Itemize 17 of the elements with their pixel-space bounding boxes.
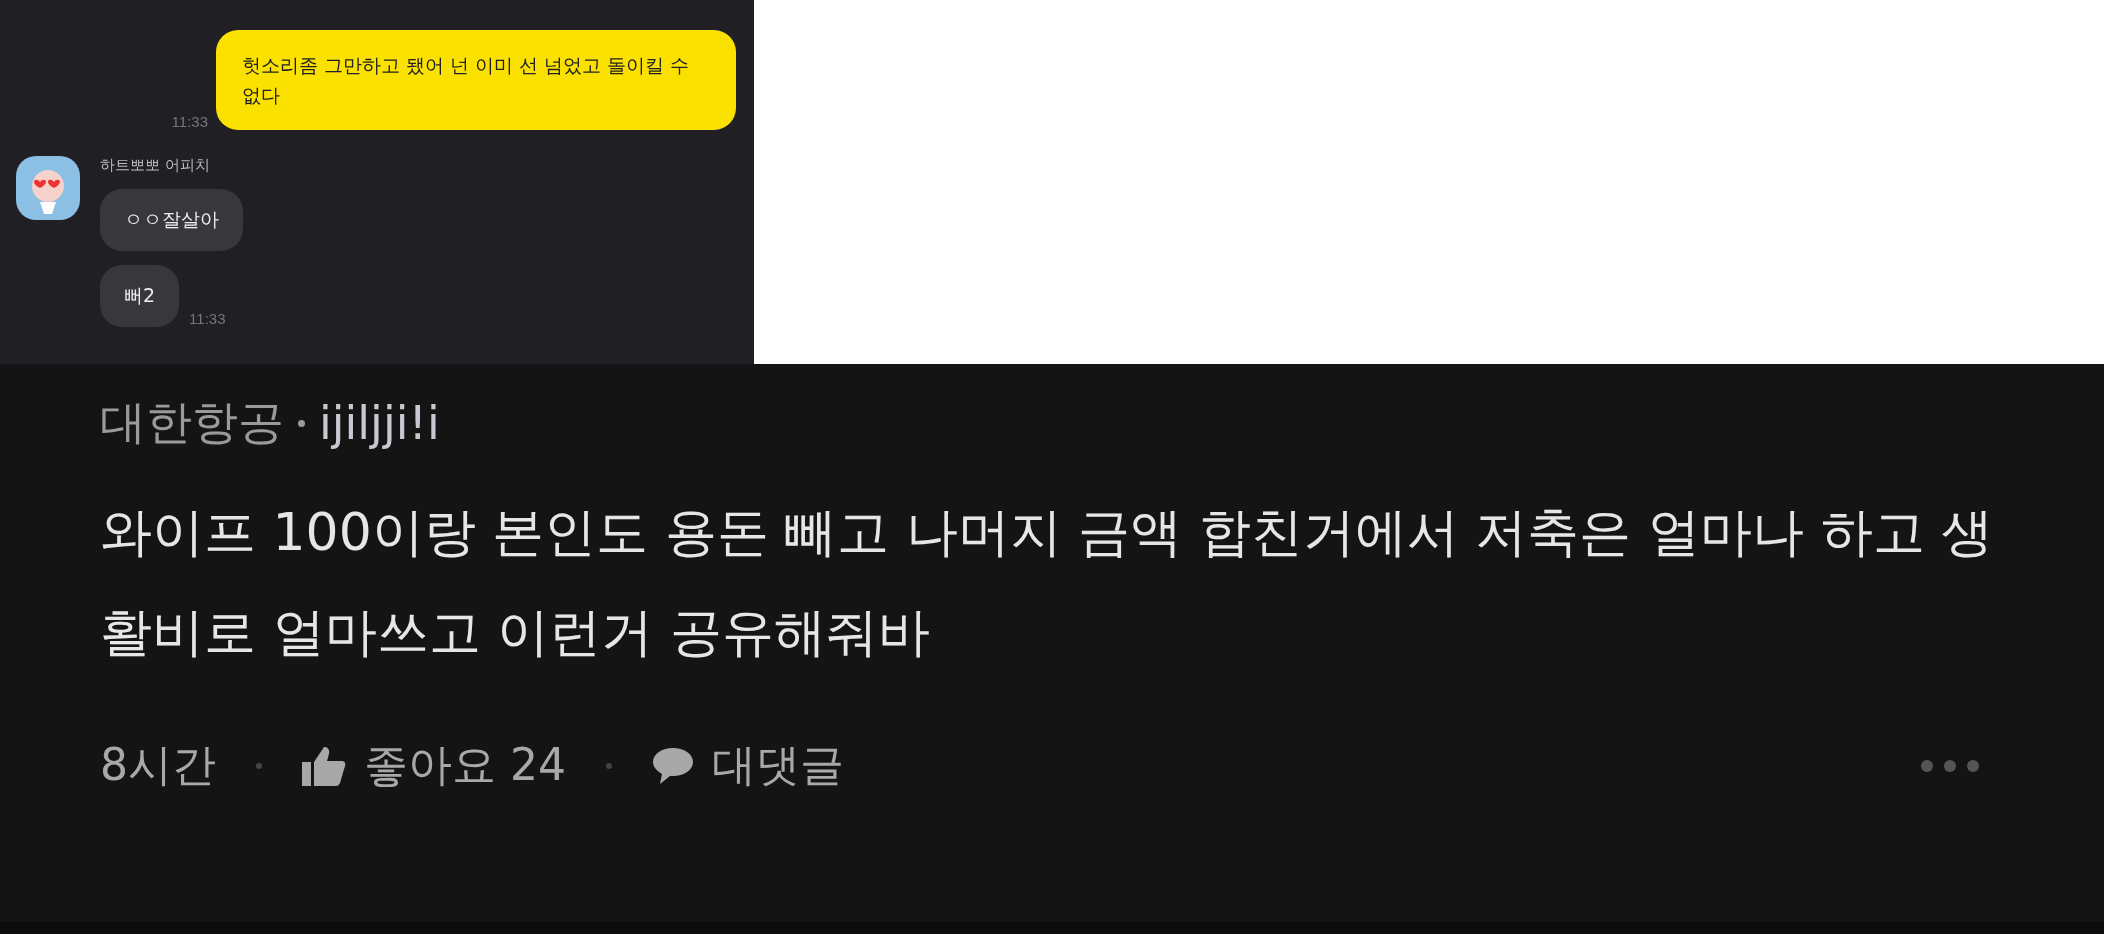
received-message: 뻐2 bbox=[100, 265, 180, 327]
sender-name: 하트뽀뽀 어피치 bbox=[100, 156, 210, 175]
thumbs-up-icon[interactable] bbox=[302, 745, 346, 786]
author-name[interactable]: 대한항공 bbox=[100, 392, 284, 454]
more-options-icon[interactable] bbox=[1920, 758, 1980, 773]
like-button[interactable]: 좋아요 24 bbox=[364, 736, 566, 795]
separator-dot bbox=[298, 419, 305, 427]
speech-bubble-icon[interactable] bbox=[652, 745, 694, 786]
comment-age: 8시간 bbox=[100, 738, 216, 792]
sent-message: 헛소리좀 그만하고 됐어 넌 이미 선 넘었고 돌이킬 수 없다 bbox=[216, 30, 736, 130]
comment-text: 와이프 100이랑 본인도 용돈 빼고 나머지 금액 합친거에서 저축은 얼마나 하고 생활비로 얼마쓰고 이런거 공유해줘바 bbox=[100, 501, 1995, 664]
username[interactable]: ijiljji!i bbox=[319, 396, 440, 450]
profile-avatar-icon bbox=[16, 156, 80, 220]
received-message: ㅇㅇ잘살아 bbox=[100, 189, 243, 251]
reply-button[interactable]: 대댓글 bbox=[712, 736, 844, 795]
message-time: 11:33 bbox=[189, 310, 226, 327]
message-time: 11:33 bbox=[171, 113, 208, 130]
